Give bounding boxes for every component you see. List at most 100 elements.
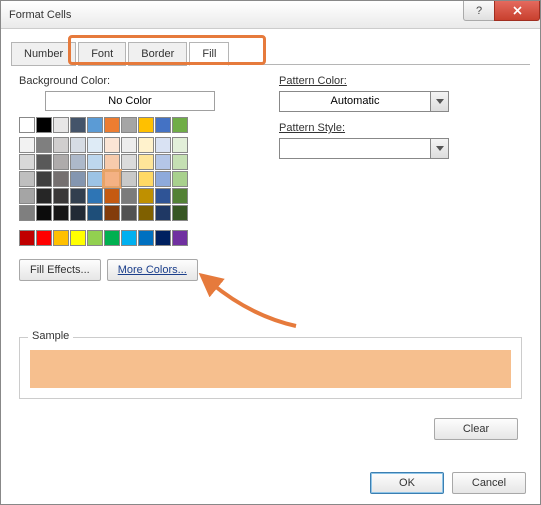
color-swatch[interactable]	[53, 230, 69, 246]
color-swatch[interactable]	[87, 154, 103, 170]
color-swatch[interactable]	[172, 154, 188, 170]
color-swatch[interactable]	[138, 137, 154, 153]
help-button[interactable]: ?	[463, 1, 495, 21]
color-swatch[interactable]	[70, 171, 86, 187]
color-swatch[interactable]	[155, 117, 171, 133]
color-swatch[interactable]	[19, 230, 35, 246]
color-swatch[interactable]	[70, 188, 86, 204]
color-swatch[interactable]	[53, 117, 69, 133]
window-title: Format Cells	[9, 9, 71, 21]
color-swatch[interactable]	[138, 117, 154, 133]
color-swatch[interactable]	[53, 171, 69, 187]
color-swatch[interactable]	[70, 137, 86, 153]
pattern-style-dropdown[interactable]	[279, 138, 449, 159]
color-swatch[interactable]	[155, 230, 171, 246]
annotation-arrow	[196, 271, 306, 341]
color-swatch[interactable]	[104, 137, 120, 153]
color-swatch[interactable]	[155, 188, 171, 204]
color-swatch[interactable]	[104, 205, 120, 221]
cancel-button[interactable]: Cancel	[452, 472, 526, 494]
color-swatch[interactable]	[70, 117, 86, 133]
color-swatch[interactable]	[138, 230, 154, 246]
color-swatch[interactable]	[172, 230, 188, 246]
color-swatch[interactable]	[138, 205, 154, 221]
color-swatch[interactable]	[70, 154, 86, 170]
sample-group: Sample	[19, 337, 522, 399]
color-swatch[interactable]	[19, 205, 35, 221]
tab-font[interactable]: Font	[78, 42, 126, 66]
color-swatch[interactable]	[155, 205, 171, 221]
format-cells-dialog: Format Cells ? Number Font Border Fill B…	[0, 0, 541, 505]
color-swatch[interactable]	[172, 205, 188, 221]
color-swatch[interactable]	[121, 230, 137, 246]
color-swatch[interactable]	[19, 117, 35, 133]
no-color-button[interactable]: No Color	[45, 91, 215, 111]
color-swatch[interactable]	[138, 154, 154, 170]
color-swatch[interactable]	[53, 205, 69, 221]
color-swatch[interactable]	[87, 230, 103, 246]
color-swatch[interactable]	[121, 154, 137, 170]
pattern-style-value	[280, 139, 430, 158]
color-swatch[interactable]	[36, 205, 52, 221]
color-swatch[interactable]	[36, 154, 52, 170]
pattern-color-dropdown[interactable]: Automatic	[279, 91, 449, 112]
color-swatch[interactable]	[36, 137, 52, 153]
color-swatch[interactable]	[87, 171, 103, 187]
color-swatch[interactable]	[121, 171, 137, 187]
color-swatch[interactable]	[104, 230, 120, 246]
color-swatch[interactable]	[155, 137, 171, 153]
svg-text:?: ?	[476, 6, 482, 16]
ok-button[interactable]: OK	[370, 472, 444, 494]
color-swatch[interactable]	[172, 137, 188, 153]
color-swatch[interactable]	[19, 171, 35, 187]
color-swatch[interactable]	[70, 205, 86, 221]
chevron-down-icon	[430, 92, 448, 111]
color-swatch[interactable]	[87, 188, 103, 204]
color-swatch[interactable]	[172, 188, 188, 204]
color-swatch[interactable]	[36, 230, 52, 246]
color-swatch[interactable]	[53, 137, 69, 153]
color-swatch[interactable]	[53, 188, 69, 204]
color-palette	[19, 117, 259, 247]
color-swatch[interactable]	[138, 188, 154, 204]
color-swatch[interactable]	[172, 117, 188, 133]
color-swatch[interactable]	[36, 117, 52, 133]
color-swatch[interactable]	[155, 171, 171, 187]
color-swatch[interactable]	[53, 154, 69, 170]
fill-effects-button[interactable]: Fill Effects...	[19, 259, 101, 281]
chevron-down-icon	[430, 139, 448, 158]
color-swatch[interactable]	[87, 137, 103, 153]
color-swatch[interactable]	[121, 137, 137, 153]
color-swatch[interactable]	[36, 171, 52, 187]
color-swatch[interactable]	[87, 205, 103, 221]
more-colors-button[interactable]: More Colors...	[107, 259, 198, 281]
color-swatch[interactable]	[70, 230, 86, 246]
color-swatch[interactable]	[121, 188, 137, 204]
tab-fill[interactable]: Fill	[189, 42, 229, 66]
tab-number[interactable]: Number	[11, 42, 76, 66]
color-swatch[interactable]	[19, 188, 35, 204]
close-icon	[512, 5, 523, 16]
color-swatch[interactable]	[121, 117, 137, 133]
color-swatch[interactable]	[121, 205, 137, 221]
color-swatch[interactable]	[87, 117, 103, 133]
clear-button[interactable]: Clear	[434, 418, 518, 440]
color-swatch[interactable]	[172, 171, 188, 187]
color-swatch[interactable]	[104, 188, 120, 204]
titlebar: Format Cells ?	[1, 1, 540, 29]
close-button[interactable]	[494, 1, 540, 21]
color-swatch[interactable]	[36, 188, 52, 204]
tab-border[interactable]: Border	[128, 42, 187, 66]
help-icon: ?	[474, 6, 484, 16]
color-swatch[interactable]	[19, 154, 35, 170]
color-swatch[interactable]	[104, 117, 120, 133]
color-swatch[interactable]	[104, 171, 120, 187]
sample-swatch	[30, 350, 511, 388]
color-swatch[interactable]	[19, 137, 35, 153]
background-color-section: Background Color: No Color Fill Effects.…	[19, 75, 259, 281]
color-swatch[interactable]	[138, 171, 154, 187]
color-swatch[interactable]	[104, 154, 120, 170]
pattern-style-label: Pattern Style:	[279, 122, 522, 134]
tab-strip: Number Font Border Fill	[11, 41, 530, 65]
color-swatch[interactable]	[155, 154, 171, 170]
